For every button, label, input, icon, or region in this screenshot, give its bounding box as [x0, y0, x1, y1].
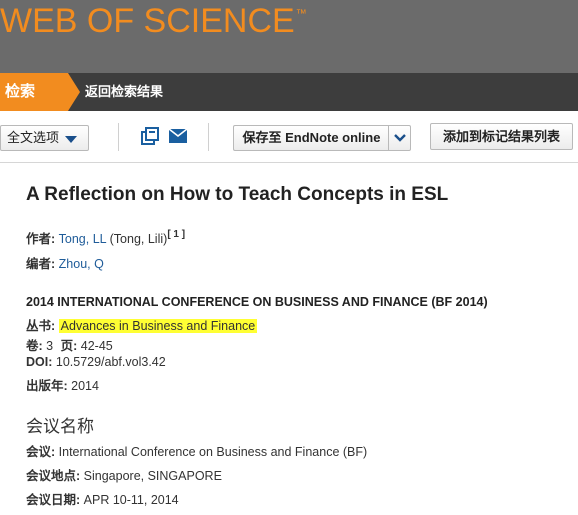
divider: [208, 123, 209, 151]
endnote-dropdown-button[interactable]: [388, 125, 411, 151]
fulltext-options-button[interactable]: 全文选项: [0, 125, 89, 151]
caret-down-icon: [65, 136, 77, 143]
pages-label: 页:: [60, 339, 78, 353]
brand-text: WEB OF SCIENCE: [0, 2, 295, 40]
header-banner: WEB OF SCIENCE™: [0, 0, 578, 73]
conference-date-field: 会议日期: APR 10-11, 2014: [26, 489, 179, 508]
editor-link[interactable]: Zhou, Q: [59, 257, 104, 271]
author-reference[interactable]: [ 1 ]: [167, 229, 185, 240]
trademark: ™: [295, 8, 307, 20]
save-endnote-button[interactable]: 保存至 EndNote online: [233, 125, 389, 151]
conference-date-label: 会议日期:: [26, 493, 81, 507]
toolbar: 全文选项 保存至 EndNote online 添加到标记结果列表: [0, 111, 578, 163]
editor-label: 编者:: [26, 257, 56, 271]
conference-location-value: Singapore, SINGAPORE: [83, 469, 222, 483]
volume-pages-field: 卷: 3 页: 42-45: [26, 335, 113, 354]
divider: [118, 123, 119, 151]
author-fullname: (Tong, Lili): [109, 232, 168, 246]
author-field: 作者: Tong, LL (Tong, Lili)[ 1 ]: [26, 228, 185, 247]
conference-location-field: 会议地点: Singapore, SINGAPORE: [26, 465, 222, 484]
year-label: 出版年:: [26, 379, 68, 393]
source-title: 2014 INTERNATIONAL CONFERENCE ON BUSINES…: [26, 295, 488, 309]
conference-date-value: APR 10-11, 2014: [83, 493, 179, 507]
series-field: 丛书: Advances in Business and Finance: [26, 315, 258, 334]
conference-heading: 会议名称: [26, 417, 94, 436]
email-icon[interactable]: [169, 129, 187, 143]
pages-value: 42-45: [80, 339, 113, 353]
series-label: 丛书:: [26, 319, 56, 333]
doi-value: 10.5729/abf.vol3.42: [55, 355, 166, 369]
conference-name-field: 会议: International Conference on Business…: [26, 441, 367, 460]
year-field: 出版年: 2014: [26, 375, 99, 394]
year-value: 2014: [71, 379, 99, 393]
print-icon[interactable]: [141, 127, 159, 145]
conference-name-value: International Conference on Business and…: [58, 445, 368, 459]
author-label: 作者:: [26, 232, 56, 246]
series-value: Advances in Business and Finance: [58, 319, 258, 333]
nav-bar: 检索 返回检索结果: [0, 73, 578, 111]
record-title: A Reflection on How to Teach Concepts in…: [26, 184, 449, 205]
back-to-results-link[interactable]: 返回检索结果: [85, 73, 163, 111]
tab-search[interactable]: 检索: [0, 73, 80, 111]
brand-logo[interactable]: WEB OF SCIENCE™: [0, 2, 307, 41]
conference-name-label: 会议:: [26, 445, 56, 459]
doi-field: DOI: 10.5729/abf.vol3.42: [26, 355, 166, 369]
chevron-down-icon: [394, 134, 406, 142]
add-to-marked-list-button[interactable]: 添加到标记结果列表: [430, 123, 573, 150]
editor-field: 编者: Zhou, Q: [26, 253, 104, 272]
fulltext-options-label: 全文选项: [7, 130, 60, 145]
volume-value: 3: [46, 339, 54, 353]
author-link[interactable]: Tong, LL: [59, 232, 107, 246]
volume-label: 卷:: [26, 339, 43, 353]
conference-location-label: 会议地点:: [26, 469, 81, 483]
doi-label: DOI:: [26, 355, 53, 369]
